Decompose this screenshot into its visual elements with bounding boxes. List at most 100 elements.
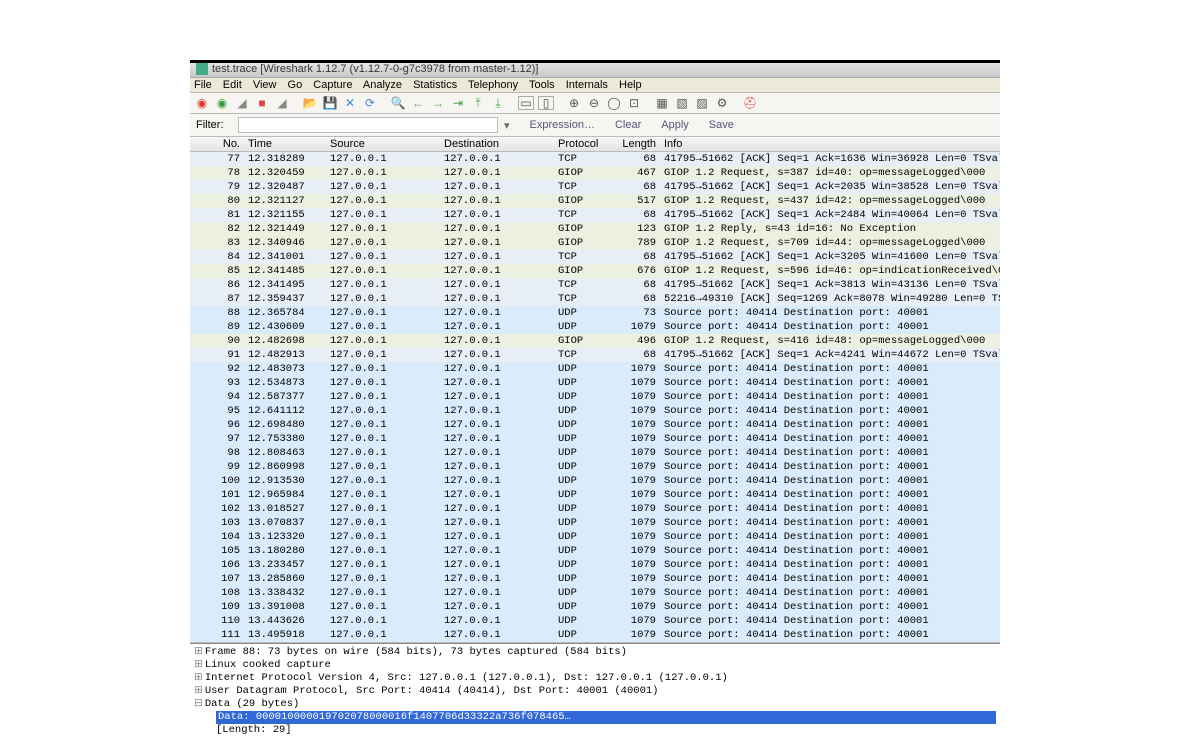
detail-ipv4[interactable]: Internet Protocol Version 4, Src: 127.0.… — [205, 672, 728, 684]
reload-icon[interactable]: ⟳ — [362, 95, 378, 111]
packet-row[interactable]: 10913.391008127.0.0.1127.0.0.1UDP1079Sou… — [190, 600, 1000, 614]
detail-data-length[interactable]: [Length: 29] — [216, 724, 292, 736]
menu-file[interactable]: File — [194, 79, 212, 91]
autoscroll-icon[interactable]: ▯ — [538, 96, 554, 110]
menu-help[interactable]: Help — [619, 79, 642, 91]
start-capture-icon[interactable]: ◢ — [234, 95, 250, 111]
display-filters-icon[interactable]: ▧ — [674, 95, 690, 111]
packet-row[interactable]: 8712.359437127.0.0.1127.0.0.1TCP6852216→… — [190, 292, 1000, 306]
packet-row[interactable]: 9812.808463127.0.0.1127.0.0.1UDP1079Sour… — [190, 446, 1000, 460]
capture-options-icon[interactable]: ◉ — [214, 95, 230, 111]
filter-label: Filter: — [196, 119, 232, 131]
packet-row[interactable]: 8212.321449127.0.0.1127.0.0.1GIOP123GIOP… — [190, 222, 1000, 236]
packet-list-header: No. Time Source Destination Protocol Len… — [190, 137, 1000, 152]
expand-icon[interactable]: ⊞ — [194, 685, 203, 697]
menu-telephony[interactable]: Telephony — [468, 79, 518, 91]
packet-row[interactable]: 8612.341495127.0.0.1127.0.0.1TCP6841795→… — [190, 278, 1000, 292]
detail-udp[interactable]: User Datagram Protocol, Src Port: 40414 … — [205, 685, 659, 697]
find-packet-icon[interactable]: 🔍 — [390, 95, 406, 111]
packet-row[interactable]: 9512.641112127.0.0.1127.0.0.1UDP1079Sour… — [190, 404, 1000, 418]
packet-row[interactable]: 9112.482913127.0.0.1127.0.0.1TCP6841795→… — [190, 348, 1000, 362]
packet-row[interactable]: 10813.338432127.0.0.1127.0.0.1UDP1079Sou… — [190, 586, 1000, 600]
packet-row[interactable]: 9912.860998127.0.0.1127.0.0.1UDP1079Sour… — [190, 460, 1000, 474]
coloring-rules-icon[interactable]: ▨ — [694, 95, 710, 111]
interfaces-icon[interactable]: ◉ — [194, 95, 210, 111]
go-to-packet-icon[interactable]: ⇥ — [450, 95, 466, 111]
collapse-icon[interactable]: ⊟ — [194, 698, 203, 710]
resize-columns-icon[interactable]: ⊡ — [626, 95, 642, 111]
packet-row[interactable]: 7812.320459127.0.0.1127.0.0.1GIOP467GIOP… — [190, 166, 1000, 180]
column-header-length[interactable]: Length — [614, 137, 660, 151]
column-header-time[interactable]: Time — [244, 137, 326, 151]
packet-row[interactable]: 7712.318289127.0.0.1127.0.0.1TCP6841795→… — [190, 152, 1000, 166]
packet-details-pane[interactable]: ⊞Frame 88: 73 bytes on wire (584 bits), … — [190, 643, 1000, 739]
restart-capture-icon[interactable]: ◢ — [274, 95, 290, 111]
filter-clear-button[interactable]: Clear — [615, 119, 641, 131]
packet-row[interactable]: 9312.534873127.0.0.1127.0.0.1UDP1079Sour… — [190, 376, 1000, 390]
filter-save-button[interactable]: Save — [709, 119, 734, 131]
packet-row[interactable]: 10112.965984127.0.0.1127.0.0.1UDP1079Sou… — [190, 488, 1000, 502]
go-forward-icon[interactable]: → — [430, 95, 446, 111]
packet-row[interactable]: 8512.341485127.0.0.1127.0.0.1GIOP676GIOP… — [190, 264, 1000, 278]
stop-capture-icon[interactable]: ■ — [254, 95, 270, 111]
menu-statistics[interactable]: Statistics — [413, 79, 457, 91]
detail-linux-cooked[interactable]: Linux cooked capture — [205, 659, 331, 671]
packet-row[interactable]: 8412.341001127.0.0.1127.0.0.1TCP6841795→… — [190, 250, 1000, 264]
expand-icon[interactable]: ⊞ — [194, 672, 203, 684]
column-header-info[interactable]: Info — [660, 137, 1000, 151]
help-icon[interactable]: ⛑ — [742, 95, 758, 111]
zoom-out-icon[interactable]: ⊖ — [586, 95, 602, 111]
expand-icon[interactable]: ⊞ — [194, 659, 203, 671]
open-file-icon[interactable]: 📂 — [302, 95, 318, 111]
filter-expression-button[interactable]: Expression… — [530, 119, 595, 131]
column-header-no[interactable]: No. — [190, 137, 244, 151]
zoom-normal-icon[interactable]: ◯ — [606, 95, 622, 111]
column-header-destination[interactable]: Destination — [440, 137, 554, 151]
preferences-icon[interactable]: ⚙ — [714, 95, 730, 111]
packet-row[interactable]: 9412.587377127.0.0.1127.0.0.1UDP1079Sour… — [190, 390, 1000, 404]
packet-row[interactable]: 8112.321155127.0.0.1127.0.0.1TCP6841795→… — [190, 208, 1000, 222]
packet-row[interactable]: 11013.443626127.0.0.1127.0.0.1UDP1079Sou… — [190, 614, 1000, 628]
packet-row[interactable]: 8812.365784127.0.0.1127.0.0.1UDP73Source… — [190, 306, 1000, 320]
save-file-icon[interactable]: 💾 — [322, 95, 338, 111]
zoom-in-icon[interactable]: ⊕ — [566, 95, 582, 111]
menu-view[interactable]: View — [253, 79, 277, 91]
detail-frame[interactable]: Frame 88: 73 bytes on wire (584 bits), 7… — [205, 646, 627, 658]
last-packet-icon[interactable]: ⤓ — [490, 95, 506, 111]
close-file-icon[interactable]: ✕ — [342, 95, 358, 111]
detail-data-bytes[interactable]: Data: 000010000019702078000016f1407706d3… — [216, 711, 996, 724]
filter-input[interactable] — [238, 117, 498, 133]
menu-go[interactable]: Go — [288, 79, 303, 91]
packet-row[interactable]: 10713.285860127.0.0.1127.0.0.1UDP1079Sou… — [190, 572, 1000, 586]
menu-capture[interactable]: Capture — [313, 79, 352, 91]
packet-list-pane[interactable]: No. Time Source Destination Protocol Len… — [190, 137, 1000, 643]
packet-row[interactable]: 10213.018527127.0.0.1127.0.0.1UDP1079Sou… — [190, 502, 1000, 516]
packet-row[interactable]: 8012.321127127.0.0.1127.0.0.1GIOP517GIOP… — [190, 194, 1000, 208]
menu-edit[interactable]: Edit — [223, 79, 242, 91]
column-header-protocol[interactable]: Protocol — [554, 137, 614, 151]
packet-row[interactable]: 8912.430609127.0.0.1127.0.0.1UDP1079Sour… — [190, 320, 1000, 334]
expand-icon[interactable]: ⊞ — [194, 646, 203, 658]
capture-filters-icon[interactable]: ▦ — [654, 95, 670, 111]
menu-internals[interactable]: Internals — [566, 79, 608, 91]
colorize-icon[interactable]: ▭ — [518, 96, 534, 110]
packet-row[interactable]: 10313.070837127.0.0.1127.0.0.1UDP1079Sou… — [190, 516, 1000, 530]
menu-tools[interactable]: Tools — [529, 79, 555, 91]
packet-row[interactable]: 10413.123320127.0.0.1127.0.0.1UDP1079Sou… — [190, 530, 1000, 544]
menu-analyze[interactable]: Analyze — [363, 79, 402, 91]
packet-row[interactable]: 9712.753380127.0.0.1127.0.0.1UDP1079Sour… — [190, 432, 1000, 446]
column-header-source[interactable]: Source — [326, 137, 440, 151]
packet-row[interactable]: 9212.483073127.0.0.1127.0.0.1UDP1079Sour… — [190, 362, 1000, 376]
packet-row[interactable]: 11113.495918127.0.0.1127.0.0.1UDP1079Sou… — [190, 628, 1000, 642]
filter-apply-button[interactable]: Apply — [661, 119, 689, 131]
packet-row[interactable]: 7912.320487127.0.0.1127.0.0.1TCP6841795→… — [190, 180, 1000, 194]
packet-row[interactable]: 10012.913530127.0.0.1127.0.0.1UDP1079Sou… — [190, 474, 1000, 488]
detail-data[interactable]: Data (29 bytes) — [205, 698, 300, 710]
packet-row[interactable]: 10613.233457127.0.0.1127.0.0.1UDP1079Sou… — [190, 558, 1000, 572]
packet-row[interactable]: 8312.340946127.0.0.1127.0.0.1GIOP789GIOP… — [190, 236, 1000, 250]
packet-row[interactable]: 10513.180280127.0.0.1127.0.0.1UDP1079Sou… — [190, 544, 1000, 558]
first-packet-icon[interactable]: ⤒ — [470, 95, 486, 111]
packet-row[interactable]: 9612.698480127.0.0.1127.0.0.1UDP1079Sour… — [190, 418, 1000, 432]
go-back-icon[interactable]: ← — [410, 95, 426, 111]
packet-row[interactable]: 9012.482698127.0.0.1127.0.0.1GIOP496GIOP… — [190, 334, 1000, 348]
